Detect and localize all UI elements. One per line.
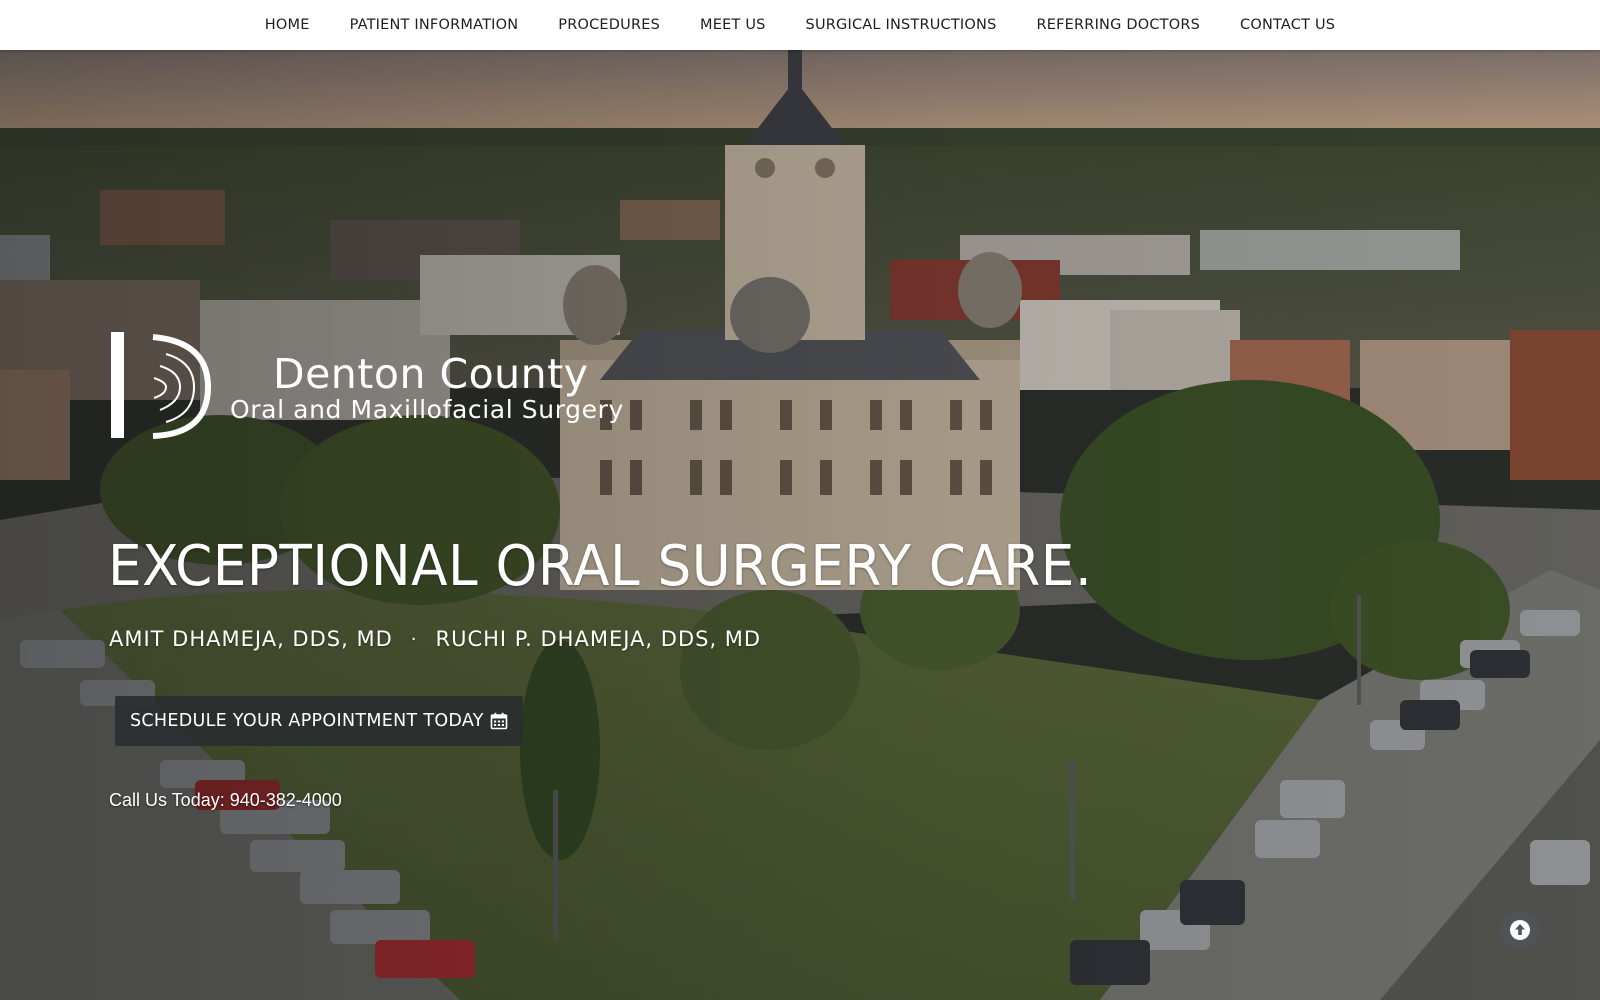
doctor-name-amit: AMIT DHAMEJA, DDS, MD xyxy=(109,627,393,651)
calendar-icon xyxy=(490,712,508,730)
nav-menu: HOME PATIENT INFORMATION PROCEDURES MEET… xyxy=(0,0,1600,50)
doctor-names: AMIT DHAMEJA, DDS, MD · RUCHI P. DHAMEJA… xyxy=(109,627,761,651)
nav-item-surgical-instructions[interactable]: SURGICAL INSTRUCTIONS xyxy=(786,17,1017,33)
schedule-appointment-label: SCHEDULE YOUR APPOINTMENT TODAY xyxy=(130,711,484,731)
nav-item-home[interactable]: HOME xyxy=(245,17,330,33)
main-navigation: HOME PATIENT INFORMATION PROCEDURES MEET… xyxy=(0,0,1600,50)
nav-item-contact-us[interactable]: CONTACT US xyxy=(1220,17,1355,33)
nav-item-patient-information[interactable]: PATIENT INFORMATION xyxy=(330,17,539,33)
nav-item-referring-doctors[interactable]: REFERRING DOCTORS xyxy=(1016,17,1220,33)
scroll-to-top-button[interactable] xyxy=(1500,910,1540,950)
tooth-logo-icon xyxy=(111,332,212,439)
name-separator: · xyxy=(410,628,418,650)
schedule-appointment-button[interactable]: SCHEDULE YOUR APPOINTMENT TODAY xyxy=(115,696,523,746)
hero-overlay xyxy=(0,50,1600,1000)
phone-link[interactable]: Call Us Today: 940-382-4000 xyxy=(109,790,342,811)
nav-item-procedures[interactable]: PROCEDURES xyxy=(538,17,680,33)
doctor-name-ruchi: RUCHI P. DHAMEJA, DDS, MD xyxy=(435,627,762,651)
brand-name: Denton County xyxy=(273,350,589,398)
nav-item-meet-us[interactable]: MEET US xyxy=(680,17,786,33)
brand-subtitle: Oral and Maxillofacial Surgery xyxy=(230,395,624,424)
hero-headline: EXCEPTIONAL ORAL SURGERY CARE. xyxy=(108,534,1093,599)
arrow-up-circle-icon xyxy=(1510,920,1530,940)
brand-logo[interactable]: Denton County Oral and Maxillofacial Sur… xyxy=(108,332,668,442)
hero-section: Denton County Oral and Maxillofacial Sur… xyxy=(0,50,1600,1000)
